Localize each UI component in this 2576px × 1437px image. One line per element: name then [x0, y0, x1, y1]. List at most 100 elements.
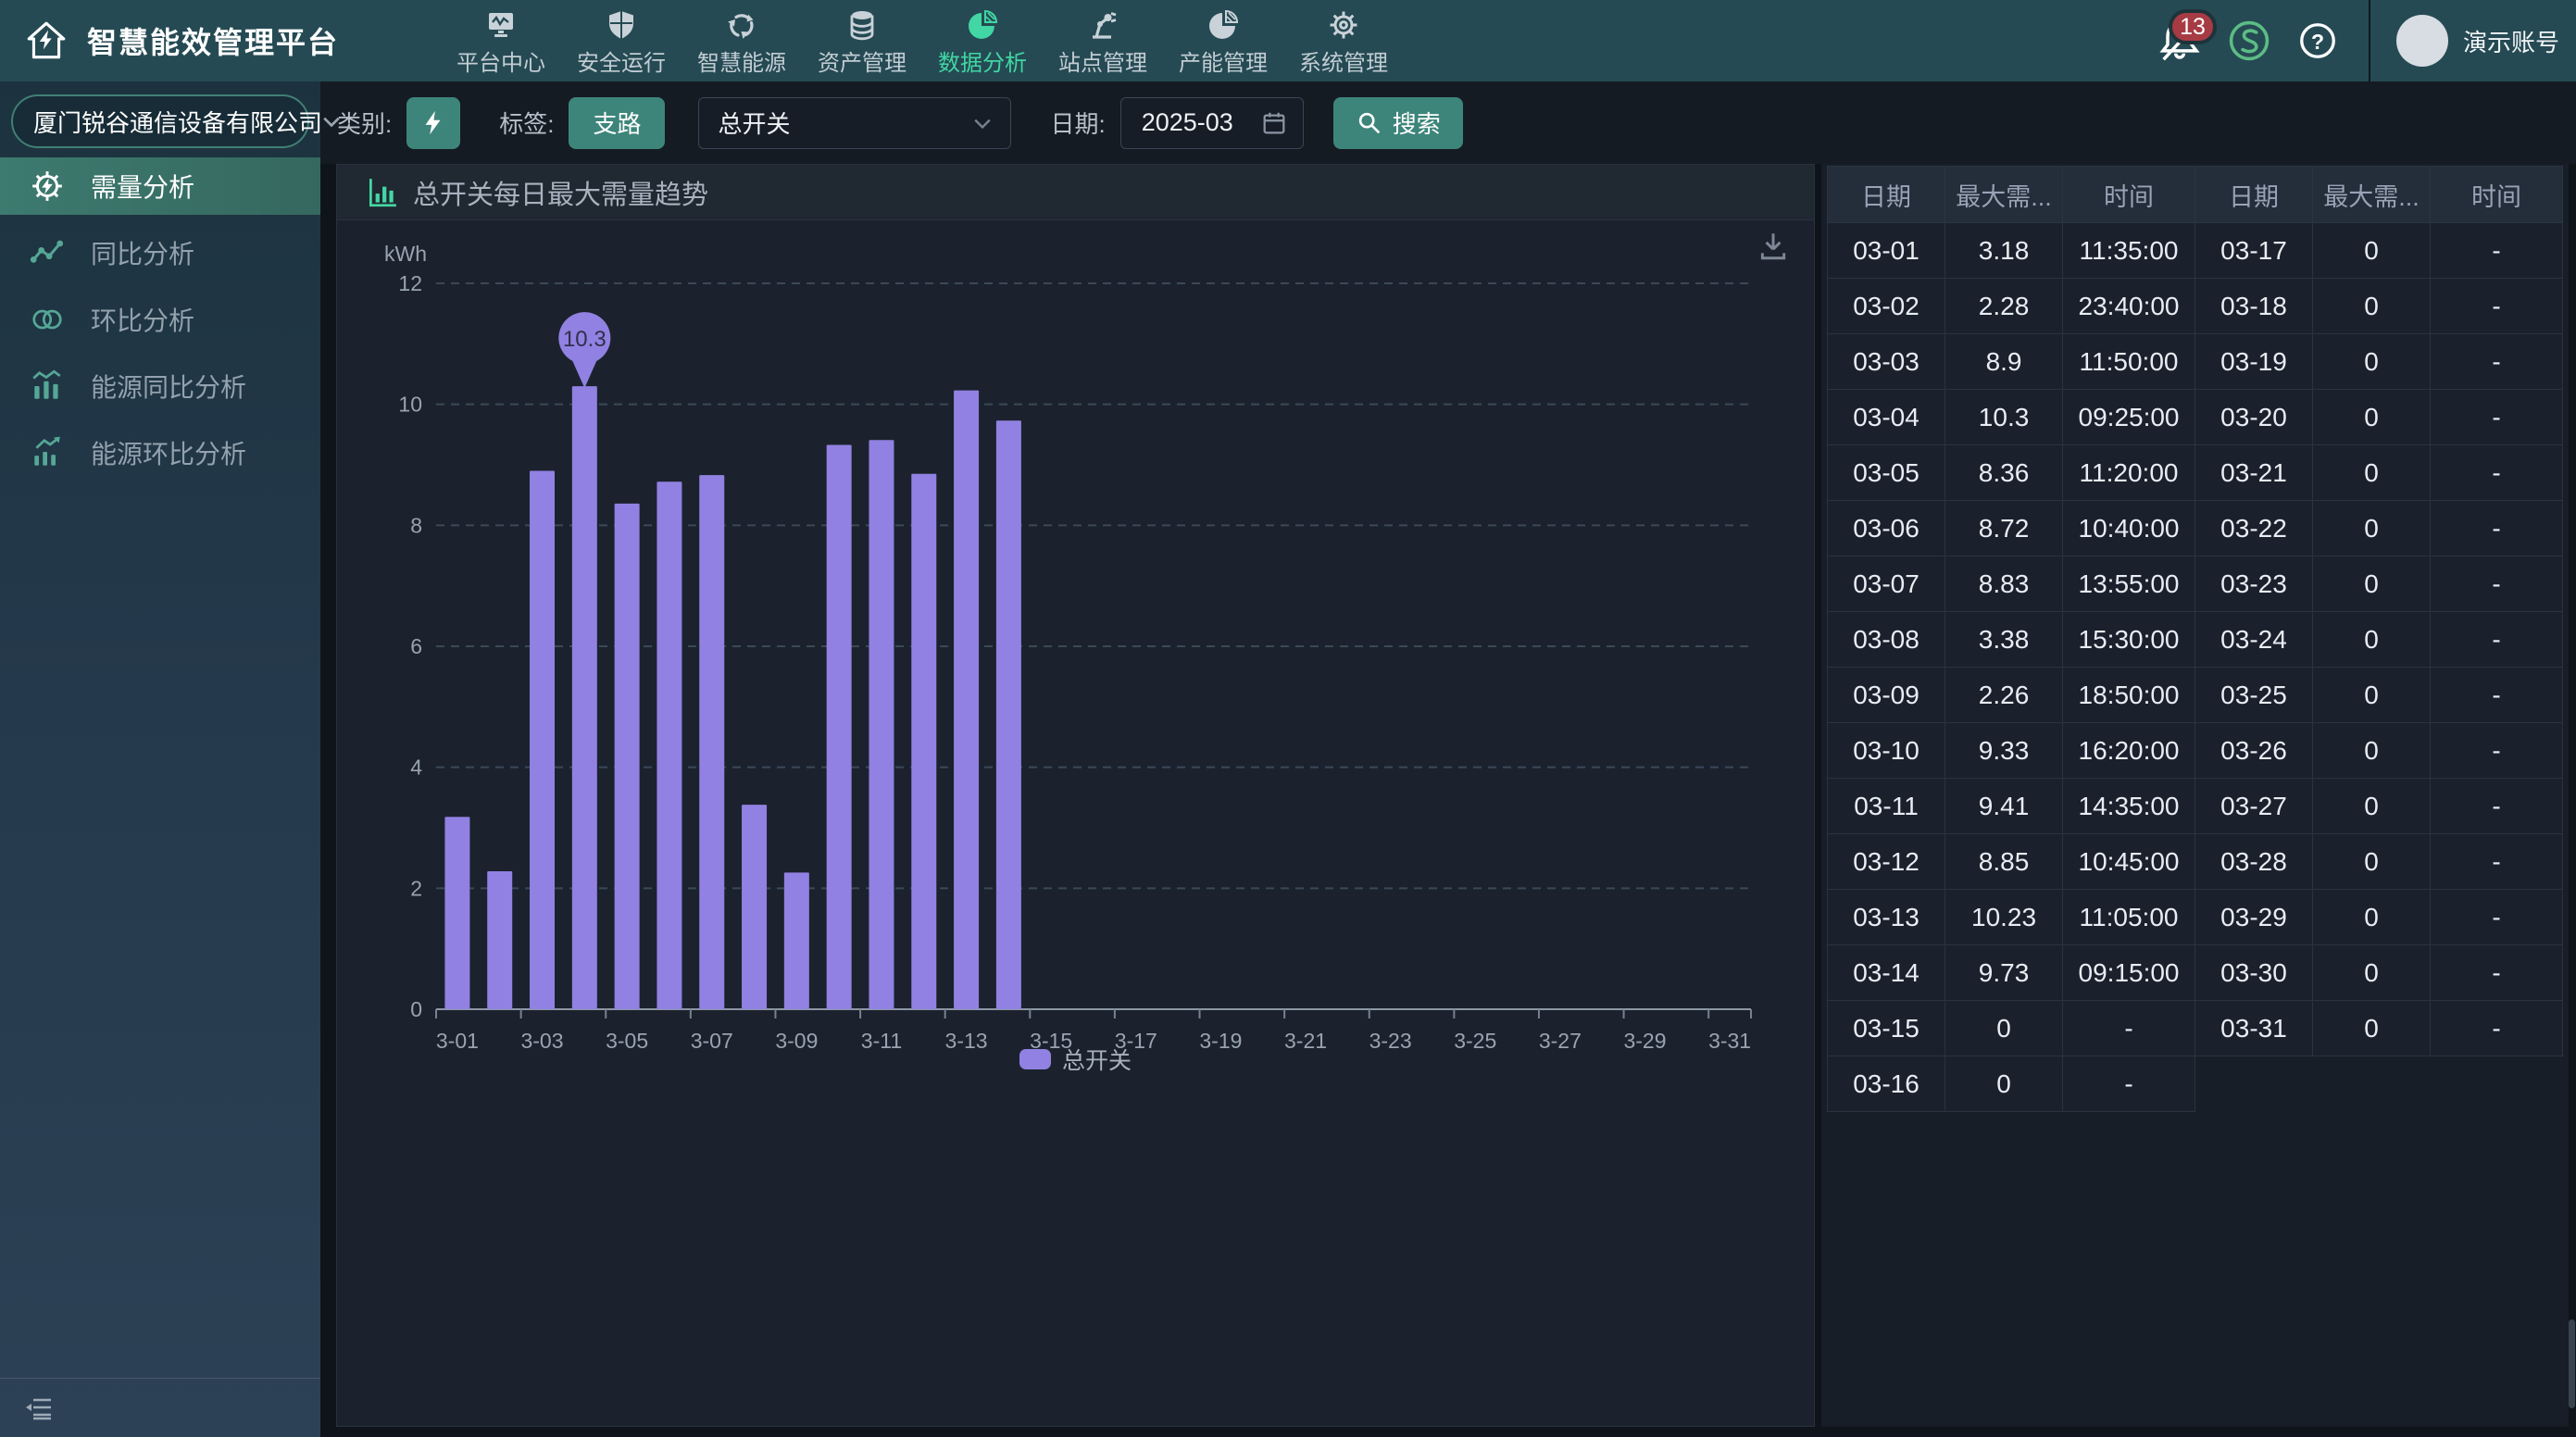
gear-bolt-icon — [30, 169, 65, 204]
nav-item-2[interactable]: 安全运行 — [576, 0, 667, 81]
table-cell: 03-24 — [2195, 612, 2312, 668]
nav-label: 安全运行 — [577, 44, 666, 77]
table-cell: 10:45:00 — [2063, 834, 2195, 890]
table-cell: 03-29 — [2195, 890, 2312, 945]
search-button-label: 搜索 — [1393, 106, 1441, 140]
table-row: 03-149.7309:15:0003-300- — [1828, 945, 2563, 1001]
user-name[interactable]: 演示账号 — [2463, 24, 2559, 58]
chart-title: 总开关每日最大需量趋势 — [413, 173, 708, 212]
device-select-value: 总开关 — [718, 106, 790, 140]
table-cell: - — [2431, 334, 2563, 390]
table-cell: 10.3 — [1945, 390, 2063, 445]
svg-text:2: 2 — [410, 876, 422, 900]
bars-wave-icon — [30, 369, 65, 404]
help-icon[interactable]: ? — [2296, 19, 2339, 62]
table-cell: 0 — [2313, 612, 2431, 668]
table-cell: 0 — [2313, 668, 2431, 723]
nav-item-6[interactable]: 站点管理 — [1057, 0, 1148, 81]
chart-panel-header: 总开关每日最大需量趋势 — [337, 165, 1814, 220]
nav-label: 智慧能源 — [697, 44, 786, 77]
date-label: 日期: — [1050, 106, 1105, 140]
demand-table-panel: 日期最大需...时间日期最大需...时间 03-013.1811:35:0003… — [1821, 164, 2569, 1427]
table-cell: 03-05 — [1828, 445, 1945, 501]
notification-bell-button[interactable]: 13 — [2156, 15, 2204, 67]
table-row: 03-038.911:50:0003-190- — [1828, 334, 2563, 390]
table-cell: - — [2431, 668, 2563, 723]
table-cell: - — [2431, 834, 2563, 890]
table-cell: 03-06 — [1828, 501, 1945, 556]
table-cell: - — [2431, 945, 2563, 1001]
search-button[interactable]: 搜索 — [1333, 97, 1463, 149]
table-cell: 03-02 — [1828, 279, 1945, 334]
legend-swatch — [1019, 1049, 1051, 1069]
table-row: 03-1310.2311:05:0003-290- — [1828, 890, 2563, 945]
svg-text:8: 8 — [410, 513, 422, 537]
sidebar-collapse-button[interactable] — [0, 1378, 320, 1437]
top-header: 智慧能效管理平台 平台中心安全运行智慧能源资产管理数据分析站点管理产能管理系统管… — [0, 0, 2576, 81]
table-cell: 0 — [2313, 890, 2431, 945]
notification-badge: 13 — [2169, 9, 2217, 44]
table-cell: 16:20:00 — [2063, 723, 2195, 779]
nav-item-4[interactable]: 资产管理 — [817, 0, 907, 81]
table-header-cell: 时间 — [2431, 167, 2563, 223]
table-row: 03-128.8510:45:0003-280- — [1828, 834, 2563, 890]
nav-item-5[interactable]: 数据分析 — [937, 0, 1028, 81]
shield-icon — [605, 8, 638, 42]
sidebar-item-5[interactable]: 能源环比分析 — [0, 424, 320, 481]
table-cell: - — [2431, 1001, 2563, 1056]
table-cell: 09:25:00 — [2063, 390, 2195, 445]
svg-text:4: 4 — [410, 756, 422, 780]
table-cell: - — [2431, 612, 2563, 668]
collapse-menu-icon — [22, 1392, 56, 1425]
table-row: 03-109.3316:20:0003-260- — [1828, 723, 2563, 779]
table-row: 03-022.2823:40:0003-180- — [1828, 279, 2563, 334]
sidebar-item-2[interactable]: 同比分析 — [0, 224, 320, 281]
table-cell: 8.85 — [1945, 834, 2063, 890]
sidebar-menu: 需量分析同比分析环比分析能源同比分析能源环比分析 — [0, 157, 320, 481]
table-cell: - — [2063, 1001, 2195, 1056]
table-cell: 03-09 — [1828, 668, 1945, 723]
nav-item-1[interactable]: 平台中心 — [456, 0, 546, 81]
table-cell: 11:20:00 — [2063, 445, 2195, 501]
nav-item-3[interactable]: 智慧能源 — [696, 0, 787, 81]
sidebar-item-3[interactable]: 环比分析 — [0, 291, 320, 348]
legend-label: 总开关 — [1062, 1043, 1132, 1076]
table-cell: 11:50:00 — [2063, 334, 2195, 390]
table-cell: 10:40:00 — [2063, 501, 2195, 556]
svg-text:10: 10 — [398, 393, 422, 417]
table-row: 03-078.8313:55:0003-230- — [1828, 556, 2563, 612]
user-avatar[interactable] — [2396, 15, 2448, 67]
device-select[interactable]: 总开关 — [698, 97, 1011, 149]
table-cell: - — [2431, 390, 2563, 445]
tag-branch-button[interactable]: 支路 — [569, 97, 665, 149]
category-electric-button[interactable] — [406, 97, 460, 149]
sidebar-item-1[interactable]: 需量分析 — [0, 157, 320, 215]
company-selector[interactable]: 厦门锐谷通信设备有限公司 — [11, 94, 309, 148]
nav-item-8[interactable]: 系统管理 — [1298, 0, 1389, 81]
table-cell: - — [2063, 1056, 2195, 1112]
table-cell: 0 — [1945, 1001, 2063, 1056]
calendar-icon — [1260, 109, 1288, 137]
table-header-cell: 日期 — [1828, 167, 1945, 223]
demand-bar-chart: kWh0246810123-013-033-053-073-093-113-13… — [337, 219, 1814, 1425]
header-divider — [2369, 0, 2370, 81]
page-scrollbar-thumb[interactable] — [2569, 1319, 2575, 1408]
sidebar-item-label: 同比分析 — [91, 234, 194, 271]
sidebar-item-label: 环比分析 — [91, 301, 194, 338]
nav-label: 站点管理 — [1058, 44, 1147, 77]
nav-item-7[interactable]: 产能管理 — [1178, 0, 1269, 81]
table-cell: 0 — [2313, 723, 2431, 779]
table-cell — [2195, 1056, 2312, 1112]
table-cell: 03-03 — [1828, 334, 1945, 390]
chart-legend[interactable]: 总开关 — [337, 1043, 1814, 1076]
date-picker-input[interactable]: 2025-03 — [1120, 97, 1304, 149]
table-header-row: 日期最大需...时间日期最大需...时间 — [1828, 167, 2563, 223]
table-cell: 0 — [2313, 779, 2431, 834]
table-cell: 0 — [2313, 834, 2431, 890]
sidebar-item-label: 需量分析 — [91, 168, 194, 205]
sidebar-item-4[interactable]: 能源同比分析 — [0, 357, 320, 415]
table-cell: - — [2431, 779, 2563, 834]
pie-chart-icon — [966, 8, 999, 42]
connection-status-icon[interactable] — [2226, 18, 2272, 64]
monitor-pulse-icon — [484, 8, 518, 42]
